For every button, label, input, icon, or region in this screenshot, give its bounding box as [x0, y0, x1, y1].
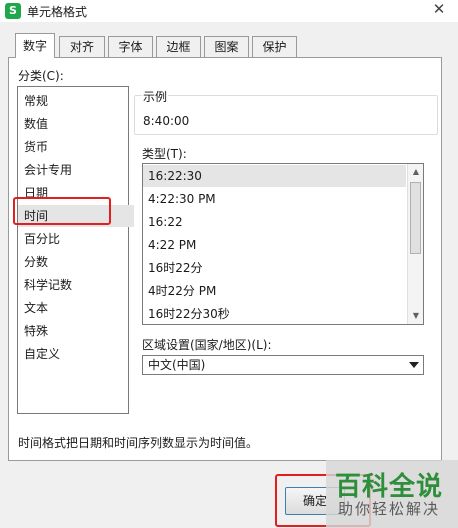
- type-label: 类型(T):: [142, 147, 187, 161]
- category-label: 分类(C):: [18, 69, 64, 83]
- tab-font[interactable]: 字体: [108, 36, 153, 57]
- category-list[interactable]: 常规 数值 货币 会计专用 日期 时间 百分比 分数 科学记数 文本 特殊 自定…: [17, 86, 134, 414]
- type-item[interactable]: 16时22分: [143, 257, 406, 279]
- category-item-number[interactable]: 数值: [23, 113, 126, 135]
- highlight-box-time: [13, 197, 111, 225]
- region-label: 区域设置(国家/地区)(L):: [142, 338, 272, 352]
- category-item-fraction[interactable]: 分数: [23, 251, 126, 273]
- scroll-down-icon[interactable]: ▼: [408, 308, 423, 324]
- scroll-up-icon[interactable]: ▲: [408, 164, 423, 180]
- type-item[interactable]: 16:22:30: [143, 165, 406, 187]
- type-list[interactable]: 16:22:30 4:22:30 PM 16:22 4:22 PM 16时22分…: [142, 163, 424, 325]
- format-description: 时间格式把日期和时间序列数显示为时间值。: [18, 436, 259, 450]
- category-item-accounting[interactable]: 会计专用: [23, 159, 126, 181]
- type-list-scrollbar[interactable]: ▲ ▼: [407, 164, 423, 324]
- category-item-special[interactable]: 特殊: [23, 320, 126, 342]
- category-item-custom[interactable]: 自定义: [23, 343, 126, 365]
- type-item[interactable]: 4:22 PM: [143, 234, 406, 256]
- sample-label: 示例: [142, 88, 169, 105]
- sample-value: 8:40:00: [143, 114, 190, 128]
- type-item[interactable]: 4:22:30 PM: [143, 188, 406, 210]
- type-item[interactable]: 16:22: [143, 211, 406, 233]
- wps-app-icon: S: [5, 3, 21, 19]
- type-item[interactable]: 16时22分30秒: [143, 303, 406, 324]
- title-bar: S 单元格格式 ✕: [0, 0, 458, 22]
- tab-alignment[interactable]: 对齐: [59, 36, 105, 57]
- dropdown-arrow-icon[interactable]: [409, 362, 419, 368]
- category-item-general[interactable]: 常规: [23, 90, 126, 112]
- category-item-text[interactable]: 文本: [23, 297, 126, 319]
- region-value: 中文(中国): [148, 358, 206, 372]
- watermark-subtitle: 助你轻松解决: [338, 500, 441, 518]
- region-select[interactable]: 中文(中国): [142, 355, 424, 375]
- tab-pattern[interactable]: 图案: [204, 36, 249, 57]
- category-item-scientific[interactable]: 科学记数: [23, 274, 126, 296]
- tab-number[interactable]: 数字: [15, 33, 55, 58]
- scroll-thumb[interactable]: [410, 182, 421, 254]
- type-item[interactable]: 4时22分 PM: [143, 280, 406, 302]
- window-title: 单元格格式: [27, 5, 88, 19]
- tab-border[interactable]: 边框: [156, 36, 201, 57]
- category-item-percentage[interactable]: 百分比: [23, 228, 126, 250]
- category-item-currency[interactable]: 货币: [23, 136, 126, 158]
- tab-protection[interactable]: 保护: [252, 36, 297, 57]
- close-icon[interactable]: ✕: [428, 0, 450, 19]
